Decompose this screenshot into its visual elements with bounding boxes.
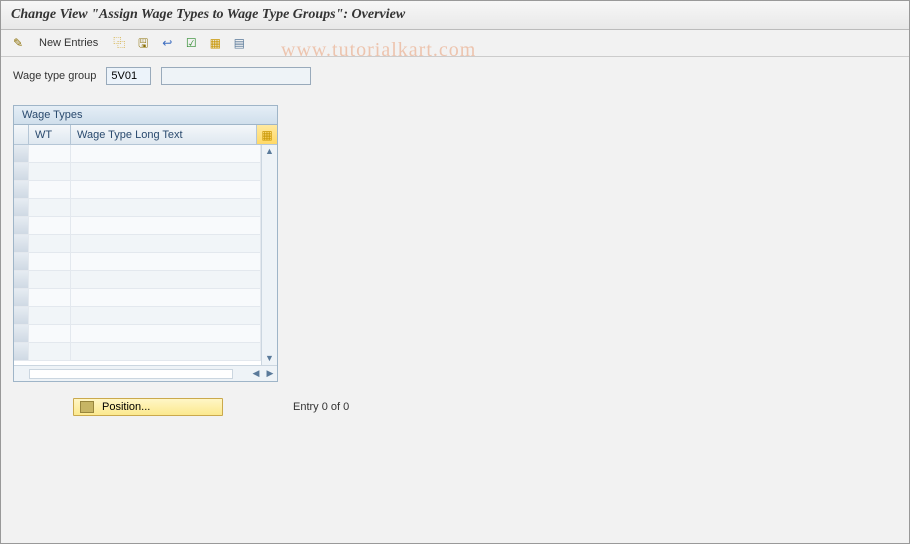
cell-wt[interactable]	[29, 145, 71, 162]
column-wt[interactable]: WT	[29, 125, 71, 144]
cell-wt[interactable]	[29, 217, 71, 234]
row-selector[interactable]	[14, 271, 29, 288]
details-icon[interactable]	[230, 34, 248, 52]
column-long-text[interactable]: Wage Type Long Text	[71, 125, 257, 144]
wage-type-group-row: Wage type group	[13, 67, 897, 85]
cell-long-text[interactable]	[71, 325, 261, 342]
scroll-left-icon[interactable]: ◀	[249, 368, 263, 379]
table-row[interactable]	[14, 235, 261, 253]
wage-type-group-desc-input[interactable]	[161, 67, 311, 85]
cell-long-text[interactable]	[71, 181, 261, 198]
wage-types-table: Wage Types WT Wage Type Long Text	[13, 105, 278, 382]
horizontal-scrollbar[interactable]: ◀ ▶	[14, 365, 277, 381]
cell-wt[interactable]	[29, 163, 71, 180]
row-selector[interactable]	[14, 253, 29, 270]
row-selector[interactable]	[14, 307, 29, 324]
row-selector[interactable]	[14, 181, 29, 198]
position-button[interactable]: Position...	[73, 398, 223, 416]
scroll-up-icon[interactable]: ▲	[265, 147, 274, 156]
table-rows	[14, 145, 261, 365]
table-row[interactable]	[14, 199, 261, 217]
edit-icon[interactable]	[9, 34, 27, 52]
toolbar: New Entries	[1, 30, 909, 57]
vertical-scrollbar[interactable]: ▲ ▼	[261, 145, 277, 365]
table-settings-icon[interactable]	[257, 125, 277, 144]
row-selector[interactable]	[14, 343, 29, 360]
table-row[interactable]	[14, 307, 261, 325]
scroll-right-icon[interactable]: ▶	[263, 368, 277, 379]
cell-long-text[interactable]	[71, 199, 261, 216]
row-selector[interactable]	[14, 235, 29, 252]
cell-long-text[interactable]	[71, 307, 261, 324]
row-selector[interactable]	[14, 289, 29, 306]
cell-wt[interactable]	[29, 253, 71, 270]
undo-icon[interactable]	[158, 34, 176, 52]
new-entries-button[interactable]: New Entries	[33, 35, 104, 51]
cell-long-text[interactable]	[71, 235, 261, 252]
content-area: Wage type group Wage Types WT Wage Type …	[1, 57, 909, 426]
select-all-icon[interactable]	[182, 34, 200, 52]
table-body: ▲ ▼	[14, 145, 277, 365]
position-icon	[80, 401, 94, 413]
cell-long-text[interactable]	[71, 289, 261, 306]
row-selector[interactable]	[14, 163, 29, 180]
cell-long-text[interactable]	[71, 343, 261, 360]
scroll-down-icon[interactable]: ▼	[265, 354, 274, 363]
table-row[interactable]	[14, 145, 261, 163]
cell-wt[interactable]	[29, 199, 71, 216]
cell-long-text[interactable]	[71, 163, 261, 180]
copy-icon[interactable]	[110, 34, 128, 52]
table-header: WT Wage Type Long Text	[14, 125, 277, 145]
cell-long-text[interactable]	[71, 145, 261, 162]
cell-wt[interactable]	[29, 325, 71, 342]
entry-status: Entry 0 of 0	[293, 401, 349, 413]
cell-wt[interactable]	[29, 307, 71, 324]
selection-block-icon[interactable]	[206, 34, 224, 52]
row-selector[interactable]	[14, 325, 29, 342]
cell-wt[interactable]	[29, 235, 71, 252]
cell-wt[interactable]	[29, 289, 71, 306]
position-label: Position...	[102, 401, 150, 413]
row-selector[interactable]	[14, 145, 29, 162]
row-selector[interactable]	[14, 217, 29, 234]
wage-type-group-code-input[interactable]	[106, 67, 151, 85]
table-row[interactable]	[14, 343, 261, 361]
wage-type-group-label: Wage type group	[13, 70, 96, 82]
cell-wt[interactable]	[29, 181, 71, 198]
scroll-track[interactable]	[29, 369, 233, 379]
table-row[interactable]	[14, 271, 261, 289]
cell-long-text[interactable]	[71, 271, 261, 288]
table-row[interactable]	[14, 289, 261, 307]
cell-wt[interactable]	[29, 271, 71, 288]
table-row[interactable]	[14, 181, 261, 199]
save-icon[interactable]	[134, 34, 152, 52]
column-selector[interactable]	[14, 125, 29, 144]
table-title: Wage Types	[14, 106, 277, 125]
row-selector[interactable]	[14, 199, 29, 216]
table-row[interactable]	[14, 163, 261, 181]
footer-row: Position... Entry 0 of 0	[13, 398, 897, 416]
table-row[interactable]	[14, 325, 261, 343]
cell-long-text[interactable]	[71, 253, 261, 270]
table-row[interactable]	[14, 253, 261, 271]
cell-wt[interactable]	[29, 343, 71, 360]
cell-long-text[interactable]	[71, 217, 261, 234]
page-title: Change View "Assign Wage Types to Wage T…	[1, 1, 909, 30]
table-row[interactable]	[14, 217, 261, 235]
